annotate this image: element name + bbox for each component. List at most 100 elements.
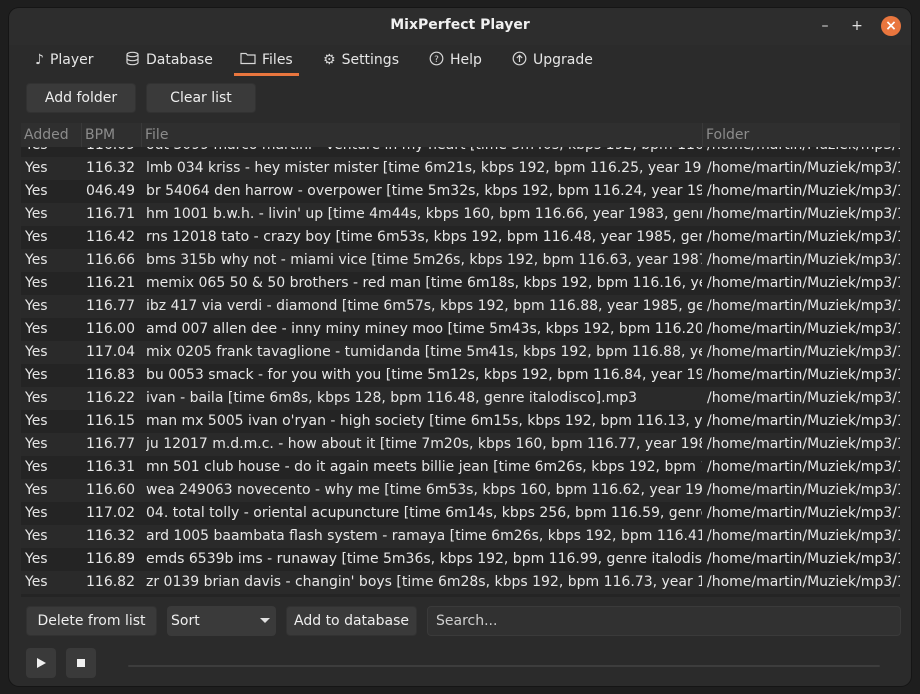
- cell-bpm: 046.49: [86, 183, 135, 199]
- table-row[interactable]: Yes 116.21 memix 065 50 & 50 brothers - re…: [21, 272, 900, 295]
- cell-file: rns 12018 tato - crazy boy [time 6m53s, …: [146, 229, 702, 245]
- playback-progress-bar[interactable]: [128, 665, 880, 667]
- table-row[interactable]: Yes 116.71 hm 1001 b.w.h. - livin' up [tim…: [21, 203, 900, 226]
- cell-file: bms 315b why not - miami vice [time 5m26…: [146, 252, 702, 268]
- table-row[interactable]: Yes 116.09 out 3099 marco martini - ventur…: [21, 147, 900, 157]
- table-row[interactable]: Yes 117.04 mix 0205 frank tavaglione - tum…: [21, 341, 900, 364]
- cell-bpm: 116.60: [86, 482, 135, 498]
- tab-files[interactable]: Files: [234, 46, 299, 76]
- tab-label: Files: [262, 52, 293, 68]
- cell-added: Yes: [25, 206, 48, 222]
- table-row[interactable]: Yes 116.89 emds 6539b ims - runaway [time …: [21, 548, 900, 571]
- table-row[interactable]: Yes 116.60 wea 249063 novecento - why me […: [21, 479, 900, 502]
- table-row[interactable]: Yes 116.32 lmb 034 kriss - hey mister mist…: [21, 157, 900, 180]
- cell-added: Yes: [25, 321, 48, 337]
- cell-bpm: 116.83: [86, 367, 135, 383]
- cell-bpm: 116.21: [86, 275, 135, 291]
- tab-bar: ♪ Player Database Files ⚙ Settings ? Hel…: [9, 46, 911, 76]
- add-folder-button[interactable]: Add folder: [26, 83, 136, 113]
- cell-folder: /home/martin/Muziek/mp3/11: [707, 413, 900, 429]
- music-note-icon: ♪: [35, 52, 44, 68]
- table-row[interactable]: Yes 116.31 mn 501 club house - do it again…: [21, 456, 900, 479]
- table-row[interactable]: Yes 046.49 br 54064 den harrow - overpower…: [21, 180, 900, 203]
- svg-text:?: ?: [434, 55, 439, 65]
- cell-added: Yes: [25, 252, 48, 268]
- cell-folder: /home/martin/Muziek/mp3/11: [707, 147, 900, 157]
- table-row[interactable]: Yes 116.22 ivan - baila [time 6m8s, kbps 1…: [21, 387, 900, 410]
- cell-folder: /home/martin/Muziek/mp3/11: [707, 482, 900, 498]
- table-row[interactable]: Yes 117.02 04. total tolly - oriental acup…: [21, 502, 900, 525]
- cell-added: Yes: [25, 229, 48, 245]
- cell-added: Yes: [25, 275, 48, 291]
- column-header-bpm[interactable]: BPM: [82, 123, 142, 147]
- table-row[interactable]: Yes 116.77 ibz 417 via verdi - diamond [ti…: [21, 295, 900, 318]
- table-row[interactable]: Yes 116.15 man mx 5005 ivan o'ryan - high …: [21, 410, 900, 433]
- window-title: MixPerfect Player: [390, 17, 530, 33]
- cell-added: Yes: [25, 528, 48, 544]
- cell-added: Yes: [25, 390, 48, 406]
- table-row[interactable]: Yes 116.00 amd 007 allen dee - inny miny m…: [21, 318, 900, 341]
- cell-bpm: 116.32: [86, 528, 135, 544]
- cell-added: Yes: [25, 459, 48, 475]
- cell-folder: /home/martin/Muziek/mp3/11: [707, 160, 900, 176]
- help-icon: ?: [429, 51, 444, 70]
- cell-folder: /home/martin/Muziek/mp3/11: [707, 321, 900, 337]
- table-row[interactable]: Yes 116.42 rns 12018 tato - crazy boy [tim…: [21, 226, 900, 249]
- tab-upgrade[interactable]: Upgrade: [512, 46, 593, 74]
- delete-from-list-button[interactable]: Delete from list: [26, 606, 157, 636]
- add-to-database-button[interactable]: Add to database: [286, 606, 417, 636]
- minimize-button[interactable]: –: [815, 16, 835, 36]
- maximize-button[interactable]: +: [847, 16, 867, 36]
- close-button[interactable]: ×: [881, 16, 901, 36]
- table-row[interactable]: Yes 116.83 bu 0053 smack - for you with yo…: [21, 364, 900, 387]
- column-header-folder[interactable]: Folder: [703, 123, 900, 147]
- column-header-file[interactable]: File: [142, 123, 703, 147]
- cell-folder: /home/martin/Muziek/mp3/11: [707, 459, 900, 475]
- cell-bpm: 116.77: [86, 298, 135, 314]
- table-row[interactable]: Yes 116.32 ard 1005 baambata flash system …: [21, 525, 900, 548]
- cell-bpm: 116.15: [86, 413, 135, 429]
- play-button[interactable]: [26, 648, 56, 678]
- cell-folder: /home/martin/Muziek/mp3/11: [707, 390, 900, 406]
- column-header-added[interactable]: Added: [21, 123, 82, 147]
- cell-file: amd 007 allen dee - inny miny miney moo …: [146, 321, 702, 337]
- stop-button[interactable]: [66, 648, 96, 678]
- tab-database[interactable]: Database: [125, 46, 213, 74]
- cell-added: Yes: [25, 298, 48, 314]
- cell-file: br 54064 den harrow - overpower [time 5m…: [146, 183, 702, 199]
- tab-settings[interactable]: ⚙ Settings: [323, 46, 399, 74]
- cell-bpm: 116.31: [86, 459, 135, 475]
- cell-bpm: 116.09: [86, 147, 141, 157]
- table-rows: Yes 116.09 out 3099 marco martini - ventur…: [21, 147, 900, 594]
- cell-added: Yes: [25, 183, 48, 199]
- cell-folder: /home/martin/Muziek/mp3/11: [707, 229, 900, 245]
- tab-label: Settings: [341, 52, 399, 68]
- tab-label: Upgrade: [533, 52, 593, 68]
- cell-added: Yes: [25, 551, 48, 567]
- cell-file: ard 1005 baambata flash system - ramaya …: [146, 528, 702, 544]
- clear-list-button[interactable]: Clear list: [146, 83, 256, 113]
- folder-icon: [240, 51, 256, 69]
- cell-added: Yes: [25, 574, 48, 590]
- table-row[interactable]: Yes 116.77 ju 12017 m.d.m.c. - how about i…: [21, 433, 900, 456]
- cell-added: Yes: [25, 436, 48, 452]
- table-row[interactable]: Yes 116.66 bms 315b why not - miami vice […: [21, 249, 900, 272]
- sort-dropdown[interactable]: Sort: [167, 606, 276, 636]
- cell-added: Yes: [25, 344, 48, 360]
- tab-player[interactable]: ♪ Player: [35, 46, 94, 74]
- upgrade-icon: [512, 51, 527, 70]
- cell-bpm: 116.22: [86, 390, 135, 406]
- cell-bpm: 116.32: [86, 160, 135, 176]
- table-row[interactable]: Yes 116.82 zr 0139 brian davis - changin' …: [21, 571, 900, 594]
- tab-help[interactable]: ? Help: [429, 46, 482, 74]
- cell-folder: /home/martin/Muziek/mp3/11: [707, 367, 900, 383]
- cell-added: Yes: [25, 413, 48, 429]
- cell-bpm: 116.77: [86, 436, 135, 452]
- cell-folder: /home/martin/Muziek/mp3/11: [707, 551, 900, 567]
- chevron-down-icon: [260, 618, 270, 623]
- tab-label: Help: [450, 52, 482, 68]
- titlebar: MixPerfect Player – + ×: [9, 8, 911, 45]
- cell-file: zr 0139 brian davis - changin' boys [tim…: [146, 574, 702, 590]
- cell-file: wea 249063 novecento - why me [time 6m53…: [146, 482, 702, 498]
- search-input[interactable]: [427, 606, 901, 636]
